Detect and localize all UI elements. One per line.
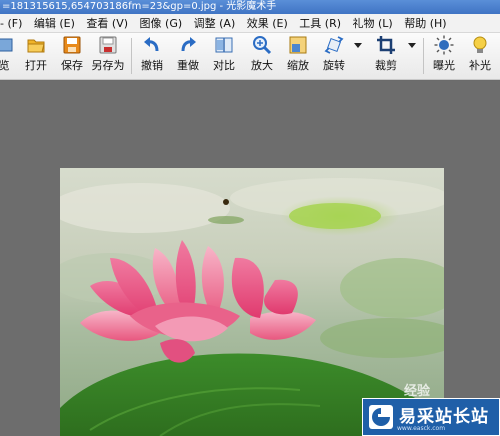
compare-icon [215,37,233,53]
fill-light-label: 补光 [469,59,491,72]
window-title: =181315615,654703186fm=23&gp=0.jpg - 光影魔… [2,1,277,12]
zoom-in-label: 放大 [251,59,273,72]
watermark-jingyan: 经验 [404,384,431,399]
window-title-bar: =181315615,654703186fm=23&gp=0.jpg - 光影魔… [0,0,500,14]
zoom-in-button[interactable]: 放大 [248,35,276,77]
save-label: 保存 [61,59,83,72]
folder-open-icon [27,39,45,53]
crop-button[interactable]: 裁剪 [372,35,400,77]
open-button[interactable]: 打开 [20,35,52,77]
rotate-dropdown-chevron-down-icon[interactable] [354,43,362,48]
compare-label: 对比 [213,59,235,72]
watermark-site-name: 易采站长站 [399,407,489,427]
watermark-url: www.easck.com [397,425,446,432]
undo-button[interactable]: 撤销 [138,35,166,77]
site-watermark: 易采站长站 www.easck.com [362,398,500,436]
menu-file[interactable]: - (F) [0,14,26,32]
toolbar-separator [131,38,132,74]
redo-label: 重做 [177,59,199,72]
menu-image[interactable]: 图像 (G) [136,14,187,32]
site-logo-icon [369,405,393,429]
exposure-label: 曝光 [433,59,455,72]
resize-button[interactable]: 缩放 [284,35,312,77]
open-label: 打开 [25,59,47,72]
menu-adjust[interactable]: 调整 (A) [190,14,240,32]
undo-icon [144,37,159,52]
browse-icon [0,38,13,52]
rotate-button[interactable]: 旋转 [320,35,348,77]
fill-light-icon [473,36,487,53]
fill-light-button[interactable]: 补光 [466,35,494,77]
redo-button[interactable]: 重做 [174,35,202,77]
rotate-icon [324,36,344,54]
menu-effects[interactable]: 效果 (E) [243,14,292,32]
save-button[interactable]: 保存 [56,35,88,77]
undo-label: 撤销 [141,59,163,72]
menu-bar: - (F) 编辑 (E) 查看 (V) 图像 (G) 调整 (A) 效果 (E)… [0,14,500,33]
menu-edit[interactable]: 编辑 (E) [30,14,79,32]
rotate-label: 旋转 [323,59,345,72]
resize-icon [289,36,307,54]
redo-icon [181,37,196,52]
menu-tools[interactable]: 工具 (R) [295,14,345,32]
browse-label: 览 [0,59,10,72]
save-icon [63,36,81,54]
lotus-photo [60,168,444,436]
compare-button[interactable]: 对比 [210,35,238,77]
save-as-icon [99,36,117,54]
crop-icon [377,36,395,54]
crop-label: 裁剪 [375,59,397,72]
resize-label: 缩放 [287,59,309,72]
exposure-button[interactable]: 曝光 [430,35,458,77]
save-as-label: 另存为 [91,59,125,72]
toolbar-separator [423,38,424,74]
main-toolbar: 览 打开 保存 另存为 撤销 重做 对比 放大 缩放 旋转 裁剪 曝光 补光 [0,33,500,80]
browse-button[interactable]: 览 [0,35,13,77]
save-as-button[interactable]: 另存为 [90,35,126,77]
exposure-icon [434,35,454,55]
crop-dropdown-chevron-down-icon[interactable] [408,43,416,48]
menu-help[interactable]: 帮助 (H) [400,14,450,32]
menu-view[interactable]: 查看 (V) [82,14,132,32]
zoom-in-icon [253,36,272,55]
menu-gifts[interactable]: 礼物 (L) [349,14,397,32]
lotus-image [60,168,444,436]
